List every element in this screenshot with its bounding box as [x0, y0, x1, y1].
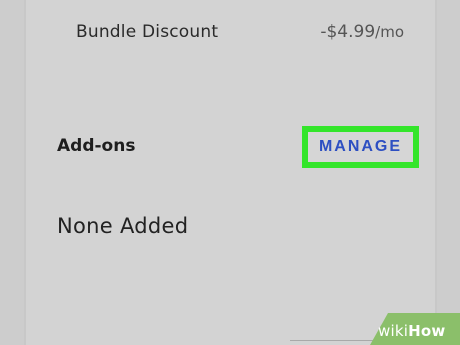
watermark-prefix: wiki [378, 322, 409, 340]
bundle-discount-value: -$4.99/mo [320, 22, 404, 42]
addons-empty-text: None Added [57, 214, 189, 238]
bundle-discount-unit: /mo [375, 23, 404, 41]
screen-panel [26, 0, 435, 345]
watermark-suffix: How [408, 322, 446, 340]
bundle-discount-row: Bundle Discount -$4.99/mo [0, 20, 460, 46]
manage-button-inner: MANAGE [308, 132, 413, 162]
wikihow-watermark: wikiHow [360, 309, 460, 345]
watermark-text: wikiHow [378, 322, 445, 340]
manage-addons-button[interactable]: MANAGE [302, 126, 419, 168]
addons-heading: Add-ons [57, 136, 136, 156]
manage-button-label: MANAGE [318, 138, 403, 155]
bundle-discount-label: Bundle Discount [76, 22, 219, 42]
bundle-discount-amount: -$4.99 [320, 22, 376, 42]
